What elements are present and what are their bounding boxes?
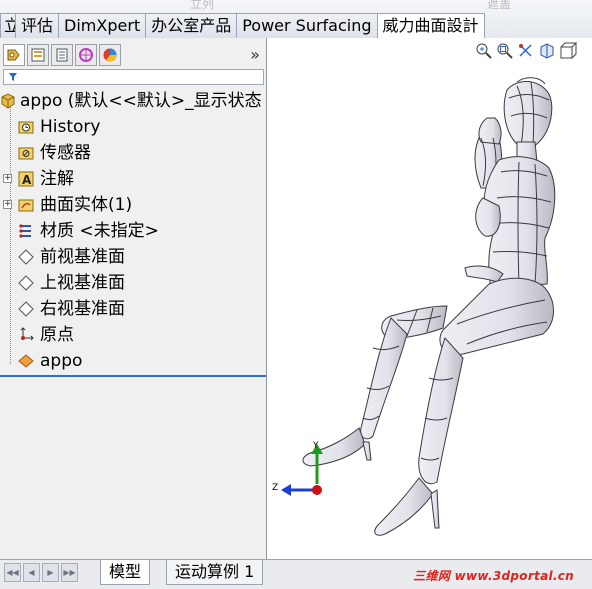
last-tab-button[interactable]: ▶▶ — [61, 563, 78, 582]
tree-root-label: appo (默认<<默认>_显示状态 — [20, 91, 262, 111]
feature-manager-icon — [7, 49, 20, 61]
tree-filter-bar[interactable] — [3, 69, 264, 85]
part-icon — [1, 93, 15, 109]
tree-item-label: 材质 <未指定> — [40, 221, 159, 241]
tab-power-surfacing[interactable]: Power Surfacing — [236, 13, 378, 38]
tree-item-label: 原点 — [40, 325, 74, 345]
configuration-manager-icon — [56, 48, 68, 62]
tab-motion-study[interactable]: 运动算例 1 — [166, 560, 264, 585]
tab-weili-surface-design[interactable]: 威力曲面設計 — [376, 13, 485, 39]
next-tab-button[interactable]: ▶ — [42, 563, 59, 582]
tab-model[interactable]: 模型 — [100, 560, 151, 585]
configuration-manager-tab[interactable] — [51, 44, 73, 66]
display-manager-icon — [103, 48, 117, 62]
property-manager-icon — [31, 48, 45, 62]
tree-item-label: 注解 — [40, 169, 74, 189]
tab-evaluate[interactable]: 评估 — [15, 13, 60, 38]
graphics-viewport[interactable]: Y Z — [267, 38, 592, 559]
axis-triad — [281, 444, 323, 496]
z-axis-label: Z — [272, 483, 279, 493]
material-icon — [19, 224, 31, 238]
tree-item-label: 曲面实体(1) — [40, 195, 133, 215]
surface-feature-icon — [18, 354, 34, 368]
dimxpert-manager-tab[interactable] — [75, 44, 97, 66]
tab-office-products[interactable]: 办公室产品 — [145, 13, 238, 38]
tree-item-label: History — [40, 117, 101, 137]
tree-connector-line — [10, 102, 11, 364]
annotation-icon: A — [18, 171, 34, 187]
faint-toolbar-label-left: 立列 — [190, 0, 215, 11]
history-folder-icon — [18, 121, 34, 134]
sensor-folder-icon — [18, 147, 34, 160]
svg-text:A: A — [22, 173, 32, 187]
origin-icon — [20, 327, 34, 341]
faint-toolbar-label-right: 遮盖 — [487, 0, 512, 11]
tab-partial[interactable]: 立 — [0, 13, 16, 38]
rollback-bar[interactable] — [0, 375, 266, 377]
plane-icon — [18, 249, 34, 265]
plane-icon — [18, 301, 34, 317]
prev-tab-button[interactable]: ◀ — [23, 563, 40, 582]
watermark: 三维网 www.3dportal.cn — [413, 569, 574, 583]
first-tab-button[interactable]: ◀◀ — [4, 563, 21, 582]
command-manager-tabs: 立列 遮盖 立 评估 DimXpert 办公室产品 Power Surfacin… — [0, 0, 592, 39]
tree-item-label: 前视基准面 — [40, 247, 125, 267]
bottom-tab-bar: ◀◀ ◀ ▶ ▶▶ 模型 运动算例 1 三维网 www.3dportal.cn — [0, 559, 592, 589]
tab-strip: 立 评估 DimXpert 办公室产品 Power Surfacing 威力曲面… — [0, 13, 485, 39]
tree-item-label: 传感器 — [40, 143, 91, 163]
surface-bodies-icon — [18, 199, 34, 212]
tree-item-label: appo — [40, 351, 83, 371]
tree-item-label: 右视基准面 — [40, 299, 125, 319]
filter-icon — [9, 73, 17, 81]
dimxpert-manager-icon — [79, 48, 93, 62]
tab-dimxpert[interactable]: DimXpert — [58, 13, 147, 38]
display-manager-tab[interactable] — [99, 44, 121, 66]
feature-manager-panel: » appo (默认<<默认>_显示状态 History 传感器 + A 注解 … — [0, 38, 267, 559]
expand-toggle[interactable]: + — [3, 174, 12, 183]
property-manager-tab[interactable] — [27, 44, 49, 66]
expand-toggle[interactable]: + — [3, 200, 12, 209]
tree-item-label: 上视基准面 — [40, 273, 125, 293]
feature-manager-tab[interactable] — [3, 44, 25, 66]
panel-overflow-button[interactable]: » — [250, 45, 260, 64]
plane-icon — [18, 275, 34, 291]
panel-toolbar: » — [0, 43, 266, 69]
y-axis-label: Y — [313, 441, 319, 451]
